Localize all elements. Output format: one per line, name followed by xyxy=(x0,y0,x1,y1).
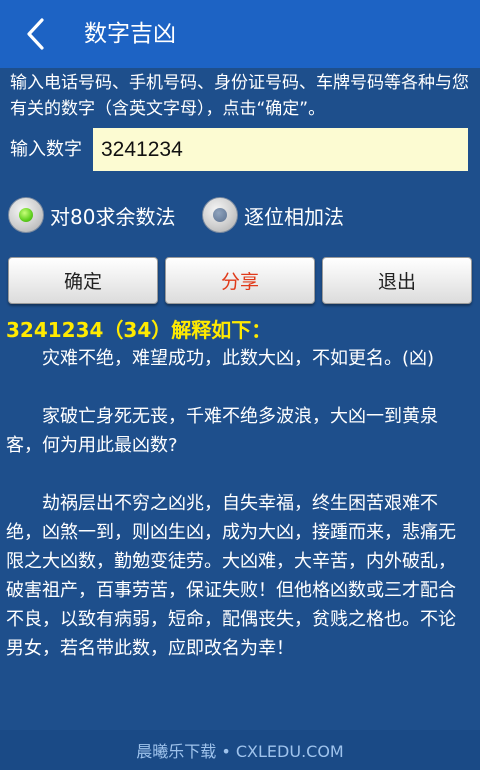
result-paragraph: 灾难不绝，难望成功，此数大凶，不如更名。(凶) xyxy=(42,348,435,369)
result-paragraph: 劫祸层出不穷之凶兆，自失幸福，终生困苦艰难不绝，凶煞一到，则凶生凶，成为大凶，接… xyxy=(6,493,456,659)
method-radio-group: 对80求余数法 逐位相加法 xyxy=(0,195,480,235)
radio-remainder-80[interactable]: 对80求余数法 xyxy=(8,195,175,235)
result-paragraph: 家破亡身死无丧，千难不绝多波浪，大凶一到黄泉客，何为用此最凶数? xyxy=(6,406,438,456)
radio-label-digit-sum: 逐位相加法 xyxy=(244,204,344,229)
back-button[interactable] xyxy=(14,12,58,56)
exit-button[interactable]: 退出 xyxy=(322,257,472,304)
number-input[interactable] xyxy=(93,128,468,171)
radio-label-remainder-80: 对80求余数法 xyxy=(50,204,176,229)
radio-unselected-dot xyxy=(213,208,227,222)
page-title: 数字吉凶 xyxy=(84,21,176,47)
result-heading: 3241234（34）解释如下： xyxy=(6,318,272,342)
result-body: 灾难不绝，难望成功，此数大凶，不如更名。(凶) 家破亡身死无丧，千难不绝多波浪，… xyxy=(6,344,472,663)
share-button[interactable]: 分享 xyxy=(165,257,315,304)
confirm-button[interactable]: 确定 xyxy=(8,257,158,304)
radio-button-selected[interactable] xyxy=(8,197,44,233)
chevron-left-icon xyxy=(27,18,44,50)
radio-button-unselected[interactable] xyxy=(202,197,238,233)
radio-selected-dot xyxy=(19,208,33,222)
title-bar: 数字吉凶 xyxy=(0,0,480,68)
instructions-text: 输入电话号码、手机号码、身份证号码、车牌号码等各种与您有关的数字（含英文字母），… xyxy=(10,73,469,119)
input-label: 输入数字 xyxy=(10,139,82,160)
footer-watermark: 晨曦乐下载 • CXLEDU.COM xyxy=(0,730,480,770)
radio-digit-sum[interactable]: 逐位相加法 xyxy=(202,195,344,235)
